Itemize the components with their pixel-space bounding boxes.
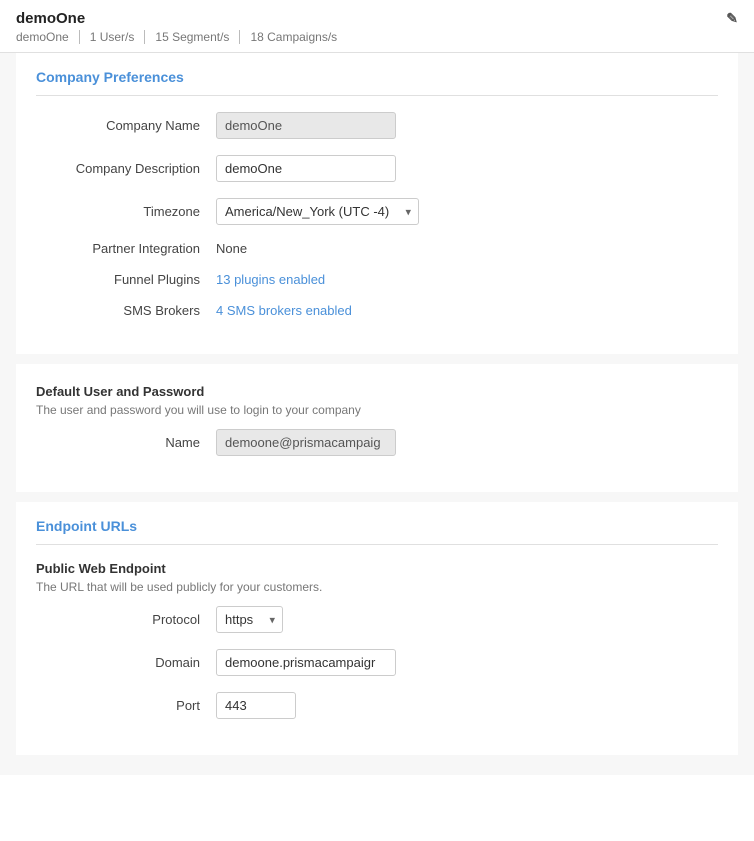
public-web-desc: The URL that will be used publicly for y…	[36, 580, 718, 594]
company-description-row: Company Description	[36, 155, 718, 182]
default-user-desc: The user and password you will use to lo…	[36, 403, 718, 417]
default-name-label: Name	[36, 435, 216, 450]
sms-brokers-label: SMS Brokers	[36, 303, 216, 318]
protocol-row: Protocol https http ▾	[36, 606, 718, 633]
content-area: Company Preferences Company Name Company…	[0, 53, 754, 775]
company-title-text: demoOne	[16, 10, 85, 27]
timezone-label: Timezone	[36, 204, 216, 219]
sms-brokers-row: SMS Brokers 4 SMS brokers enabled	[36, 303, 718, 318]
port-row: Port	[36, 692, 718, 719]
sms-brokers-value[interactable]: 4 SMS brokers enabled	[216, 303, 352, 318]
meta-company: demoOne	[16, 30, 80, 44]
company-description-label: Company Description	[36, 161, 216, 176]
partner-integration-row: Partner Integration None	[36, 241, 718, 256]
company-preferences-title: Company Preferences	[36, 69, 718, 85]
endpoint-urls-title: Endpoint URLs	[36, 518, 718, 534]
partner-integration-label: Partner Integration	[36, 241, 216, 256]
company-preferences-section: Company Preferences Company Name Company…	[16, 53, 738, 354]
company-title-bar: demoOne ✎	[16, 10, 738, 27]
meta-users: 1 User/s	[90, 30, 146, 44]
endpoint-urls-section: Endpoint URLs Public Web Endpoint The UR…	[16, 502, 738, 755]
funnel-plugins-value[interactable]: 13 plugins enabled	[216, 272, 325, 287]
domain-label: Domain	[36, 655, 216, 670]
port-input[interactable]	[216, 692, 296, 719]
company-name-input[interactable]	[216, 112, 396, 139]
protocol-select-wrapper: https http ▾	[216, 606, 283, 633]
default-user-title: Default User and Password	[36, 384, 718, 399]
port-label: Port	[36, 698, 216, 713]
domain-input[interactable]	[216, 649, 396, 676]
company-description-input[interactable]	[216, 155, 396, 182]
funnel-plugins-label: Funnel Plugins	[36, 272, 216, 287]
public-web-title: Public Web Endpoint	[36, 561, 718, 576]
default-name-input[interactable]	[216, 429, 396, 456]
timezone-select[interactable]: America/New_York (UTC -4)	[216, 198, 419, 225]
meta-segments: 15 Segment/s	[155, 30, 240, 44]
default-name-row: Name	[36, 429, 718, 456]
company-name-row: Company Name	[36, 112, 718, 139]
edit-icon[interactable]: ✎	[726, 10, 738, 27]
timezone-select-wrapper: America/New_York (UTC -4) ▾	[216, 198, 419, 225]
protocol-select[interactable]: https http	[216, 606, 283, 633]
meta-campaigns: 18 Campaigns/s	[250, 30, 347, 44]
company-name-label: Company Name	[36, 118, 216, 133]
timezone-row: Timezone America/New_York (UTC -4) ▾	[36, 198, 718, 225]
top-header: demoOne ✎ demoOne 1 User/s 15 Segment/s …	[0, 0, 754, 53]
page-wrapper: demoOne ✎ demoOne 1 User/s 15 Segment/s …	[0, 0, 754, 841]
domain-row: Domain	[36, 649, 718, 676]
company-meta: demoOne 1 User/s 15 Segment/s 18 Campaig…	[16, 30, 738, 44]
partner-integration-value: None	[216, 241, 247, 256]
protocol-label: Protocol	[36, 612, 216, 627]
default-user-section: Default User and Password The user and p…	[16, 364, 738, 492]
funnel-plugins-row: Funnel Plugins 13 plugins enabled	[36, 272, 718, 287]
